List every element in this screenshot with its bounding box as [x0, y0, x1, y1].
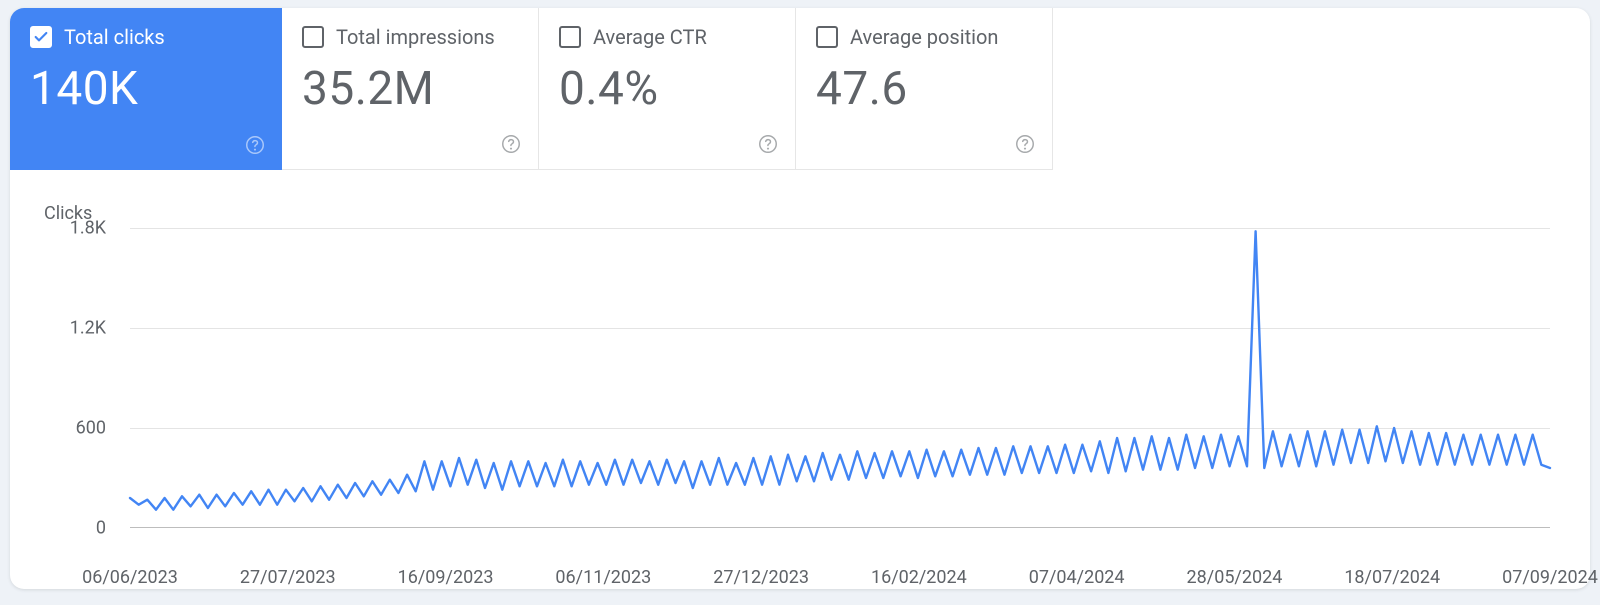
metric-value: 0.4% [559, 62, 775, 116]
checkbox-unchecked-icon [816, 26, 838, 48]
metric-card-total-impressions[interactable]: Total impressions 35.2M [282, 8, 539, 170]
x-axis-labels: 06/06/202327/07/202316/09/202306/11/2023… [130, 567, 1550, 591]
x-tick-label: 06/11/2023 [555, 567, 651, 588]
metric-label: Total clicks [64, 26, 165, 48]
y-tick-label: 600 [40, 418, 106, 439]
metric-label: Total impressions [336, 26, 495, 48]
checkbox-checked-icon [30, 26, 52, 48]
x-tick-label: 16/09/2023 [398, 567, 494, 588]
metric-label: Average CTR [593, 26, 707, 48]
x-tick-label: 06/06/2023 [82, 567, 178, 588]
metric-card-average-ctr[interactable]: Average CTR 0.4% [539, 8, 796, 170]
chart-plot[interactable] [130, 228, 1550, 528]
metric-value: 47.6 [816, 62, 1032, 116]
x-tick-label: 07/04/2024 [1029, 567, 1125, 588]
metric-card-total-clicks[interactable]: Total clicks 140K [10, 8, 282, 170]
performance-panel: Total clicks 140K Total impressions 35.2… [10, 8, 1590, 589]
checkbox-unchecked-icon [302, 26, 324, 48]
metric-value: 35.2M [302, 62, 518, 116]
help-icon[interactable] [244, 134, 266, 156]
y-axis-labels: 06001.2K1.8K [40, 228, 126, 528]
metric-label: Average position [850, 26, 998, 48]
help-icon[interactable] [757, 133, 779, 155]
checkbox-unchecked-icon [559, 26, 581, 48]
x-tick-label: 07/09/2024 [1502, 567, 1598, 588]
x-tick-label: 27/07/2023 [240, 567, 336, 588]
help-icon[interactable] [500, 133, 522, 155]
y-tick-label: 1.2K [40, 318, 106, 339]
help-icon[interactable] [1014, 133, 1036, 155]
metric-value: 140K [30, 62, 262, 116]
metric-cards-row: Total clicks 140K Total impressions 35.2… [10, 8, 1053, 170]
x-tick-label: 16/02/2024 [871, 567, 967, 588]
x-tick-label: 27/12/2023 [713, 567, 809, 588]
y-tick-label: 0 [40, 518, 106, 539]
metric-card-average-position[interactable]: Average position 47.6 [796, 8, 1053, 170]
chart-title: Clicks [44, 203, 1550, 224]
x-tick-label: 18/07/2024 [1344, 567, 1440, 588]
series-line-clicks [130, 231, 1550, 509]
y-tick-label: 1.8K [40, 218, 106, 239]
x-tick-label: 28/05/2024 [1187, 567, 1283, 588]
chart-area: Clicks 06001.2K1.8K 06/06/202327/07/2023… [44, 203, 1550, 559]
